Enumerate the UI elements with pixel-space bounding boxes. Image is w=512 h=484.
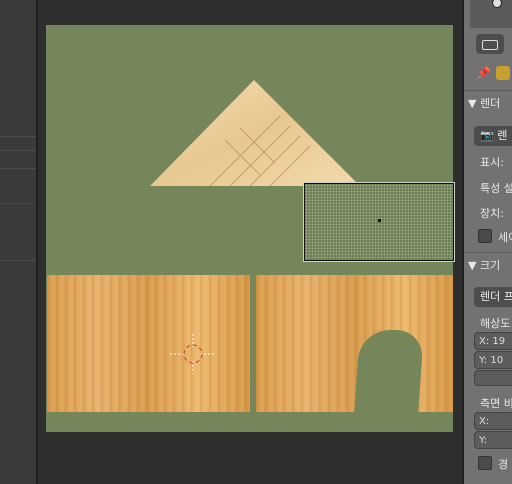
aspect-x-field[interactable]: X: <box>474 412 512 430</box>
device-label: 장치: <box>480 207 504 220</box>
display-label: 표시: <box>480 156 504 169</box>
border-checkbox[interactable] <box>478 456 492 470</box>
divider <box>464 252 512 253</box>
x-axis-line <box>0 203 36 204</box>
resolution-percent-field[interactable] <box>474 370 512 386</box>
panel-header[interactable] <box>470 0 512 28</box>
pin-icon[interactable]: 📌 <box>476 66 491 80</box>
crosshair-cursor-icon[interactable] <box>170 334 216 374</box>
outliner-dot-icon <box>492 0 502 8</box>
toggle-icon[interactable] <box>476 34 504 54</box>
grid-line <box>0 260 36 261</box>
render-camera-icon: 📷 <box>480 129 494 142</box>
feature-set-label: 특성 설 <box>480 182 512 195</box>
grid-line <box>0 168 36 169</box>
aspect-y-field[interactable]: Y: <box>474 431 512 449</box>
roof-texture <box>150 80 360 187</box>
left-viewport[interactable] <box>0 0 36 484</box>
wall-left-texture <box>47 275 250 412</box>
wall-right-texture <box>256 275 453 412</box>
render-preset-dropdown[interactable]: 렌더 프 <box>474 287 512 307</box>
door-cutout <box>354 330 424 414</box>
resolution-label: 해상도 <box>480 317 511 330</box>
border-label: 경 <box>498 458 509 471</box>
properties-panel[interactable]: 📌 ▼ 렌더 📷 렌 표시: 특성 설 장치: 세이 ▼ 크기 렌더 프 해상도… <box>462 0 512 484</box>
render-section-header[interactable]: ▼ 렌더 <box>468 94 512 114</box>
divider <box>464 90 512 91</box>
selection-center-dot <box>378 219 381 222</box>
resolution-x-field[interactable]: X: 19 <box>474 332 512 350</box>
resolution-y-field[interactable]: Y: 10 <box>474 351 512 369</box>
grid-line <box>0 136 36 137</box>
aspect-label: 측면 비 <box>480 397 512 410</box>
shade-label: 세이 <box>498 231 512 244</box>
texture-icon[interactable] <box>496 66 510 80</box>
render-button[interactable]: 📷 렌 <box>474 126 512 146</box>
grid-line <box>0 150 36 151</box>
size-section-header[interactable]: ▼ 크기 <box>468 256 512 276</box>
selection-box[interactable] <box>303 182 455 262</box>
shade-checkbox[interactable] <box>478 229 492 243</box>
render-button-label: 렌 <box>497 129 508 142</box>
